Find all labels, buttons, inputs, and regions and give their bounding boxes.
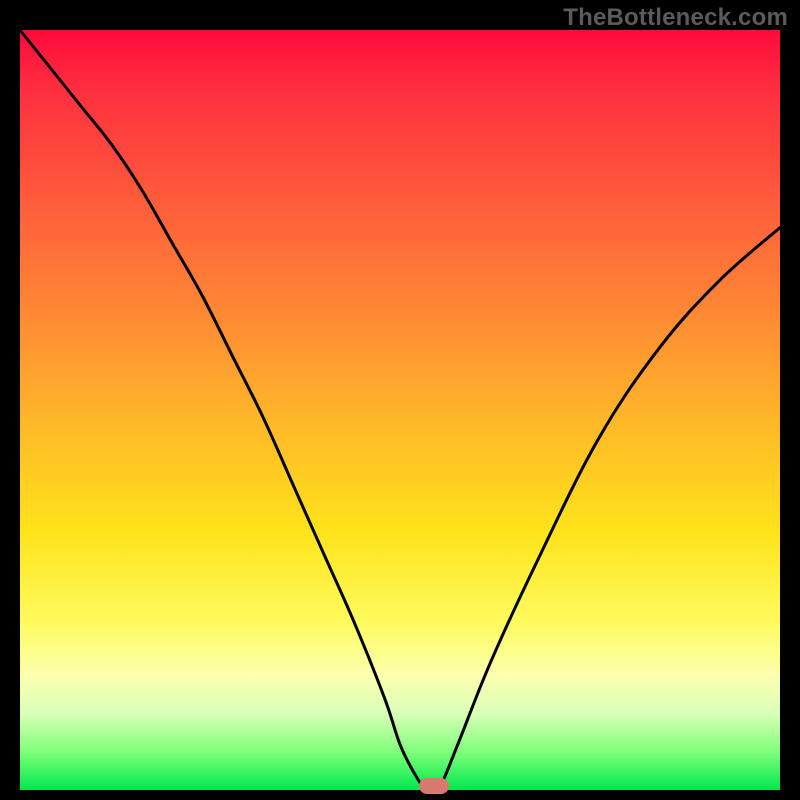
chart-frame: TheBottleneck.com: [0, 0, 800, 800]
bottleneck-marker: [419, 778, 449, 794]
bottleneck-curve: [20, 30, 780, 790]
watermark-text: TheBottleneck.com: [563, 4, 788, 32]
plot-area: [20, 30, 780, 790]
